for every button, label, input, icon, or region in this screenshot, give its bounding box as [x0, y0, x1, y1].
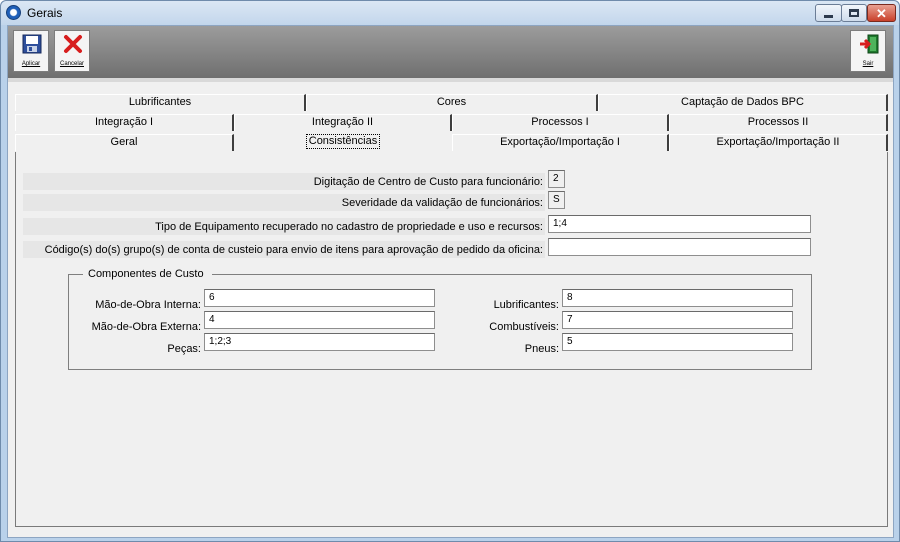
tab-consistencies[interactable]: Consistências [234, 133, 452, 150]
app-icon [6, 5, 21, 20]
tab-general[interactable]: Geral [15, 134, 234, 151]
window: Gerais ✕ Aplicar Cancelar Sair Lubrifica… [0, 0, 900, 542]
parts-label: Peças: [167, 343, 201, 355]
fuels-label: Combustíveis: [489, 321, 559, 333]
title-bar[interactable]: Gerais ✕ [1, 1, 899, 25]
external-labor-input[interactable]: 4 [204, 311, 435, 329]
cancel-label: Cancelar [59, 61, 84, 67]
close-button[interactable]: ✕ [867, 4, 896, 22]
tab-integration-1[interactable]: Integração I [15, 114, 234, 131]
account-groups-label: Código(s) do(s) grupo(s) de conta de cus… [44, 244, 543, 256]
maximize-button[interactable] [841, 4, 867, 22]
tab-lubricants[interactable]: Lubrificantes [15, 94, 306, 111]
tires-input[interactable]: 5 [562, 333, 793, 351]
tab-processes-1[interactable]: Processos I [452, 114, 669, 131]
tab-bpc-data-capture[interactable]: Captação de Dados BPC [598, 94, 888, 111]
internal-labor-label: Mão-de-Obra Interna: [95, 299, 201, 311]
severity-label: Severidade da validação de funcionários: [341, 197, 543, 209]
tab-processes-2[interactable]: Processos II [669, 114, 888, 131]
toolbar: Aplicar Cancelar Sair [8, 26, 893, 78]
parts-input[interactable]: 1;2;3 [204, 333, 435, 351]
minimize-icon [824, 14, 833, 18]
fuels-input[interactable]: 7 [562, 311, 793, 329]
tab-integration-2[interactable]: Integração II [234, 114, 452, 131]
exit-label: Sair [862, 61, 874, 67]
severity-field[interactable]: S [548, 191, 565, 209]
equipment-type-label: Tipo de Equipamento recuperado no cadast… [155, 221, 543, 233]
cancel-button[interactable]: Cancelar [54, 30, 90, 72]
lubricants-label: Lubrificantes: [493, 299, 559, 311]
tab-export-import-1[interactable]: Exportação/Importação I [452, 134, 669, 151]
maximize-icon [849, 9, 859, 17]
apply-label: Aplicar [21, 61, 41, 67]
cost-center-field[interactable]: 2 [548, 170, 565, 188]
toolbar-separator [8, 78, 893, 82]
exit-door-icon [860, 34, 879, 54]
tires-label: Pneus: [524, 343, 559, 355]
exit-button[interactable]: Sair [850, 30, 886, 72]
cancel-icon [64, 35, 82, 53]
save-icon [22, 34, 42, 54]
equipment-type-input[interactable]: 1;4 [548, 215, 811, 233]
lubricants-input[interactable]: 8 [562, 289, 793, 307]
window-title: Gerais [27, 6, 63, 20]
minimize-button[interactable] [815, 4, 842, 22]
internal-labor-input[interactable]: 6 [204, 289, 435, 307]
account-groups-input[interactable] [548, 238, 811, 256]
external-labor-label: Mão-de-Obra Externa: [91, 321, 201, 333]
cost-center-label: Digitação de Centro de Custo para funcio… [313, 176, 543, 188]
tab-colors[interactable]: Cores [306, 94, 598, 111]
close-icon: ✕ [876, 5, 887, 21]
cost-components-title: Componentes de Custo [83, 268, 212, 280]
apply-button[interactable]: Aplicar [13, 30, 49, 72]
tab-export-import-2[interactable]: Exportação/Importação II [669, 134, 888, 151]
